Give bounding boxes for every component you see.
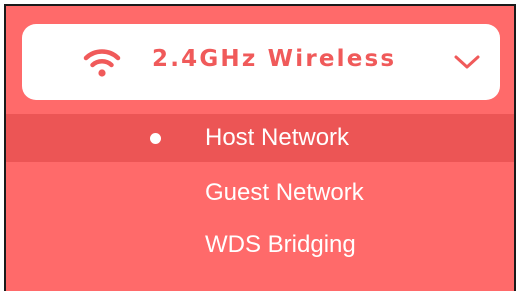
wireless-nav-panel: 2.4GHz Wireless Host Network Guest Netwo… xyxy=(4,4,516,291)
wifi-icon xyxy=(83,49,121,77)
chevron-down-icon[interactable] xyxy=(452,52,482,72)
selected-bullet-icon xyxy=(150,133,161,144)
menu-item-guest-network[interactable]: Guest Network xyxy=(6,167,514,219)
wireless-band-selector[interactable]: 2.4GHz Wireless xyxy=(22,24,500,100)
menu-item-label: Guest Network xyxy=(205,179,364,206)
menu-item-host-network[interactable]: Host Network xyxy=(6,114,514,162)
menu-item-label: Host Network xyxy=(205,124,350,151)
menu-item-wds-bridging[interactable]: WDS Bridging xyxy=(6,219,514,271)
wireless-band-title: 2.4GHz Wireless xyxy=(152,46,397,72)
menu-item-label: WDS Bridging xyxy=(205,231,356,258)
wireless-submenu: Host Network Guest Network WDS Bridging xyxy=(6,114,514,271)
